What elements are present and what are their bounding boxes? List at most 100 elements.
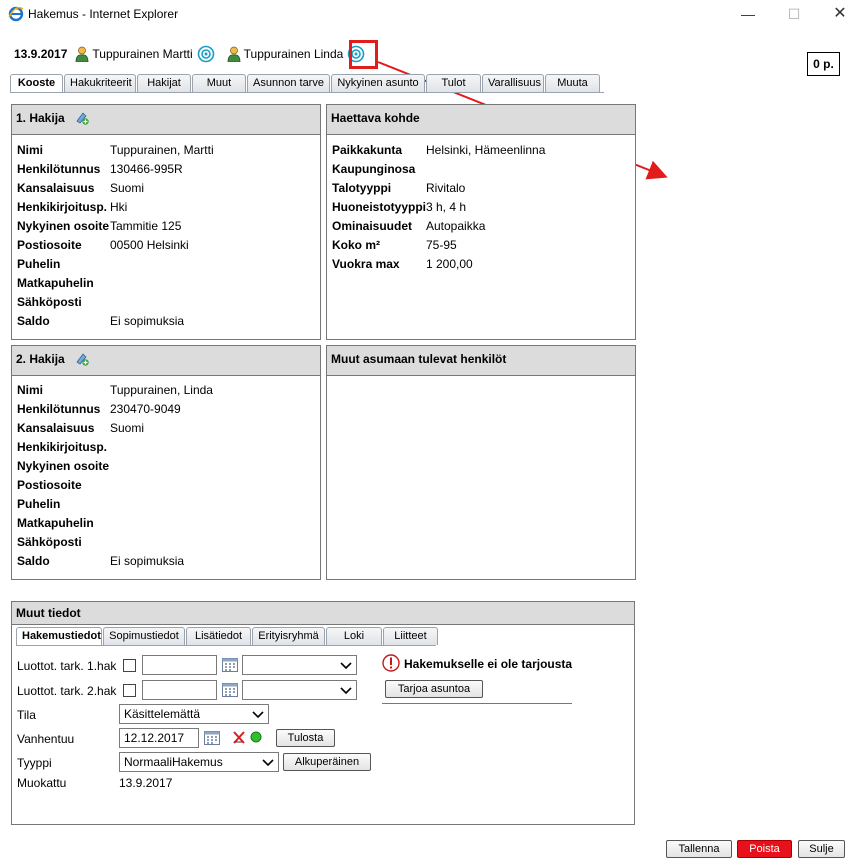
field-label: Puhelin <box>17 257 61 271</box>
add-person-icon[interactable] <box>75 111 89 125</box>
person-icon <box>75 46 89 62</box>
applicant-2: Tuppurainen Linda <box>227 45 366 63</box>
field-label: Vuokra max <box>332 257 400 271</box>
chevron-down-icon <box>252 711 264 719</box>
applicant-2-panel: 2. Hakija Nimi Tuppurainen, Linda Henkil… <box>11 345 321 580</box>
clear-date-icon[interactable] <box>233 730 245 744</box>
type-select-value: NormaaliHakemus <box>124 755 223 769</box>
chevron-down-icon <box>262 759 274 767</box>
other-residents-panel-title: Muut asumaan tulevat henkilöt <box>331 352 507 366</box>
other-info-subtabs: Hakemustiedot Sopimustiedot Lisätiedot E… <box>16 627 439 645</box>
close-button[interactable]: Sulje <box>798 840 845 858</box>
subtab-liitteet[interactable]: Liitteet <box>383 627 438 645</box>
modified-value: 13.9.2017 <box>119 776 173 790</box>
points-badge: 0 p. <box>807 52 840 76</box>
field-value: 3 h, 4 h <box>426 200 467 214</box>
field-label: Puhelin <box>17 497 61 511</box>
no-offer-warning: Hakemukselle ei ole tarjousta <box>404 657 573 671</box>
subtab-lisatiedot[interactable]: Lisätiedot <box>186 627 251 645</box>
subtab-hakemustiedot[interactable]: Hakemustiedot <box>16 627 102 645</box>
field-label: Postiosoite <box>17 238 82 252</box>
delete-button[interactable]: Poista <box>737 840 792 858</box>
tab-tulot[interactable]: Tulot <box>426 74 481 92</box>
field-label: Henkikirjoitusp. <box>17 200 108 214</box>
target-property-panel: Haettava kohde Paikkakunta Helsinki, Häm… <box>326 104 636 340</box>
field-label: Nimi <box>17 143 44 157</box>
field-value: Ei sopimuksia <box>110 314 185 328</box>
warning-icon <box>382 654 400 672</box>
title-bar: Hakemus - Internet Explorer — ☐ ✕ <box>0 0 860 28</box>
calendar-icon[interactable] <box>222 682 238 697</box>
target-property-panel-title: Haettava kohde <box>331 111 420 125</box>
calendar-icon[interactable] <box>204 730 220 745</box>
warning-divider <box>382 703 572 704</box>
field-value: 1 200,00 <box>426 257 473 271</box>
add-person-icon[interactable] <box>75 352 89 366</box>
field-value: Suomi <box>110 181 145 195</box>
status-select[interactable]: Käsittelemättä <box>119 704 269 724</box>
tab-nykyinen-asunto[interactable]: Nykyinen asunto <box>331 74 425 92</box>
field-label: Matkapuhelin <box>17 516 94 530</box>
type-label: Tyyppi <box>17 756 52 770</box>
field-value: Rivitalo <box>426 181 466 195</box>
type-select[interactable]: NormaaliHakemus <box>119 752 279 772</box>
field-label: Nimi <box>17 383 44 397</box>
field-value: 130466-995R <box>110 162 183 176</box>
subtab-sopimustiedot[interactable]: Sopimustiedot <box>103 627 185 645</box>
credit-check-1-checkbox[interactable] <box>123 659 136 672</box>
credit-check-2-date-input[interactable] <box>142 680 217 700</box>
applicants-header: 13.9.2017 Tuppurainen Martti Tuppurainen… <box>14 44 377 64</box>
field-label: Kaupunginosa <box>332 162 416 176</box>
subtab-loki[interactable]: Loki <box>326 627 382 645</box>
close-window-button[interactable]: ✕ <box>825 4 855 24</box>
tab-varallisuus[interactable]: Varallisuus <box>482 74 544 92</box>
status-ok-icon <box>250 731 262 743</box>
maximize-button[interactable]: ☐ <box>779 4 809 24</box>
field-label: Saldo <box>17 554 50 568</box>
tabs-divider <box>10 92 604 93</box>
applicant-2-panel-title: 2. Hakija <box>16 352 65 366</box>
credit-check-2-label: Luottot. tark. 2.hak <box>17 684 117 698</box>
save-button[interactable]: Tallenna <box>666 840 732 858</box>
applicant-2-name[interactable]: Tuppurainen Linda <box>244 47 344 61</box>
tab-muuta[interactable]: Muuta <box>545 74 600 92</box>
cycle-icon[interactable] <box>197 45 215 63</box>
expires-date-input[interactable]: 12.12.2017 <box>119 728 199 748</box>
application-date: 13.9.2017 <box>14 47 68 61</box>
applicant-1-name[interactable]: Tuppurainen Martti <box>92 47 192 61</box>
applicant-1-panel-header: 1. Hakija <box>12 105 320 135</box>
subtabs-divider <box>16 645 436 646</box>
field-label: Henkikirjoitusp. <box>17 440 108 454</box>
field-value: Tuppurainen, Martti <box>110 143 214 157</box>
field-label: Henkilötunnus <box>17 162 101 176</box>
field-value: Helsinki, Hämeenlinna <box>426 143 546 157</box>
field-label: Nykyinen osoite <box>17 219 110 233</box>
tab-muut[interactable]: Muut <box>192 74 246 92</box>
credit-check-1-label: Luottot. tark. 1.hak <box>17 659 117 673</box>
tab-hakijat[interactable]: Hakijat <box>137 74 191 92</box>
original-button[interactable]: Alkuperäinen <box>283 753 371 771</box>
field-label: Nykyinen osoite <box>17 459 110 473</box>
field-label: Sähköposti <box>17 535 82 549</box>
subtab-erityisryhma[interactable]: Erityisryhmä <box>252 627 325 645</box>
credit-check-1-date-input[interactable] <box>142 655 217 675</box>
field-label: Huoneistotyyppi <box>332 200 427 214</box>
credit-check-2-checkbox[interactable] <box>123 684 136 697</box>
field-label: Postiosoite <box>17 478 82 492</box>
tab-asunnon-tarve[interactable]: Asunnon tarve <box>247 74 330 92</box>
chevron-down-icon <box>340 687 352 695</box>
print-button[interactable]: Tulosta <box>276 729 335 747</box>
window-title: Hakemus - Internet Explorer <box>28 7 179 21</box>
calendar-icon[interactable] <box>222 657 238 672</box>
credit-check-1-select[interactable] <box>242 655 357 675</box>
credit-check-2-select[interactable] <box>242 680 357 700</box>
field-value: Autopaikka <box>426 219 486 233</box>
tab-hakukriteerit[interactable]: Hakukriteerit <box>64 74 136 92</box>
person-icon <box>227 46 241 62</box>
offer-apartment-button[interactable]: Tarjoa asuntoa <box>385 680 483 698</box>
field-label: Paikkakunta <box>332 143 403 157</box>
minimize-button[interactable]: — <box>733 4 763 24</box>
other-residents-panel: Muut asumaan tulevat henkilöt <box>326 345 636 580</box>
status-label: Tila <box>17 708 36 722</box>
tab-kooste[interactable]: Kooste <box>10 74 63 93</box>
